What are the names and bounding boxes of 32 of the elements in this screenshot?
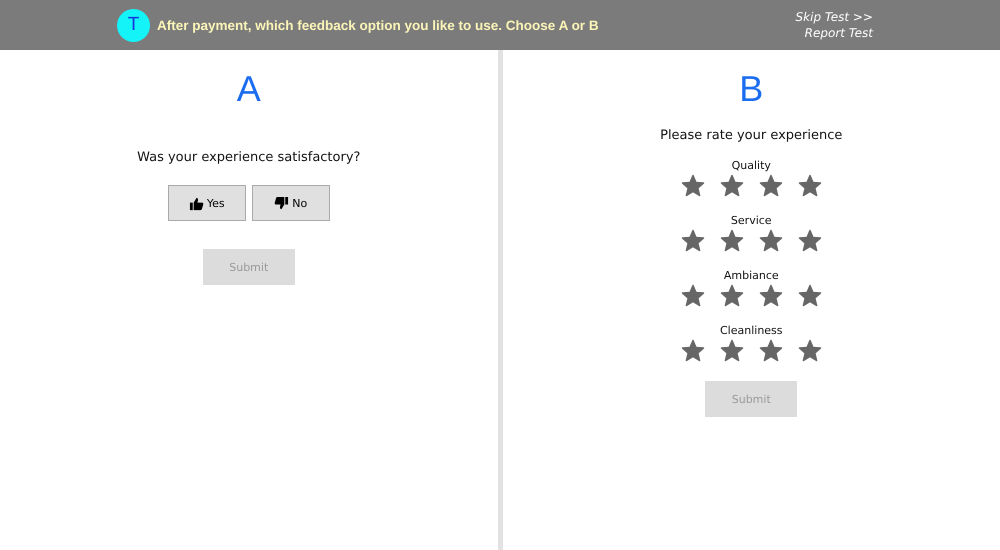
avatar: T	[117, 8, 150, 42]
rating-label: Service	[730, 214, 772, 227]
star-icon[interactable]	[758, 229, 783, 253]
star-icon[interactable]	[758, 339, 783, 363]
feedback-button[interactable]: No	[252, 185, 330, 221]
test-link[interactable]: Report Test	[804, 26, 873, 40]
star-icon[interactable]	[680, 284, 705, 308]
test-link[interactable]: Skip Test >>	[796, 10, 873, 24]
star-icon[interactable]	[680, 229, 705, 253]
thumbs-up-icon	[188, 196, 204, 210]
star-icon[interactable]	[720, 174, 744, 198]
star-icon[interactable]	[720, 339, 744, 363]
star-icon[interactable]	[758, 174, 783, 198]
star-icon[interactable]	[680, 339, 705, 363]
rating-label: Ambiance	[724, 269, 779, 282]
option-letter: B	[739, 68, 764, 110]
star-icon[interactable]	[798, 174, 822, 198]
prompt-text: Was your experience satisfactory?	[137, 150, 360, 165]
option-letter: A	[236, 68, 261, 110]
feedback-button[interactable]: Yes	[168, 185, 246, 221]
star-icon[interactable]	[798, 284, 822, 308]
star-icon[interactable]	[798, 339, 822, 363]
thumbs-down-icon	[274, 196, 290, 210]
prompt-text: Please rate your experience	[660, 128, 842, 143]
star-icon[interactable]	[680, 174, 705, 198]
star-icon[interactable]	[720, 284, 744, 308]
rating-label: Quality	[732, 159, 771, 172]
star-icon[interactable]	[758, 284, 783, 308]
question-text: After payment, which feedback option you like to use. Choose A or B	[157, 18, 599, 32]
star-icon[interactable]	[720, 229, 744, 253]
star-icon[interactable]	[798, 229, 822, 253]
rating-label: Cleanliness	[720, 324, 783, 337]
